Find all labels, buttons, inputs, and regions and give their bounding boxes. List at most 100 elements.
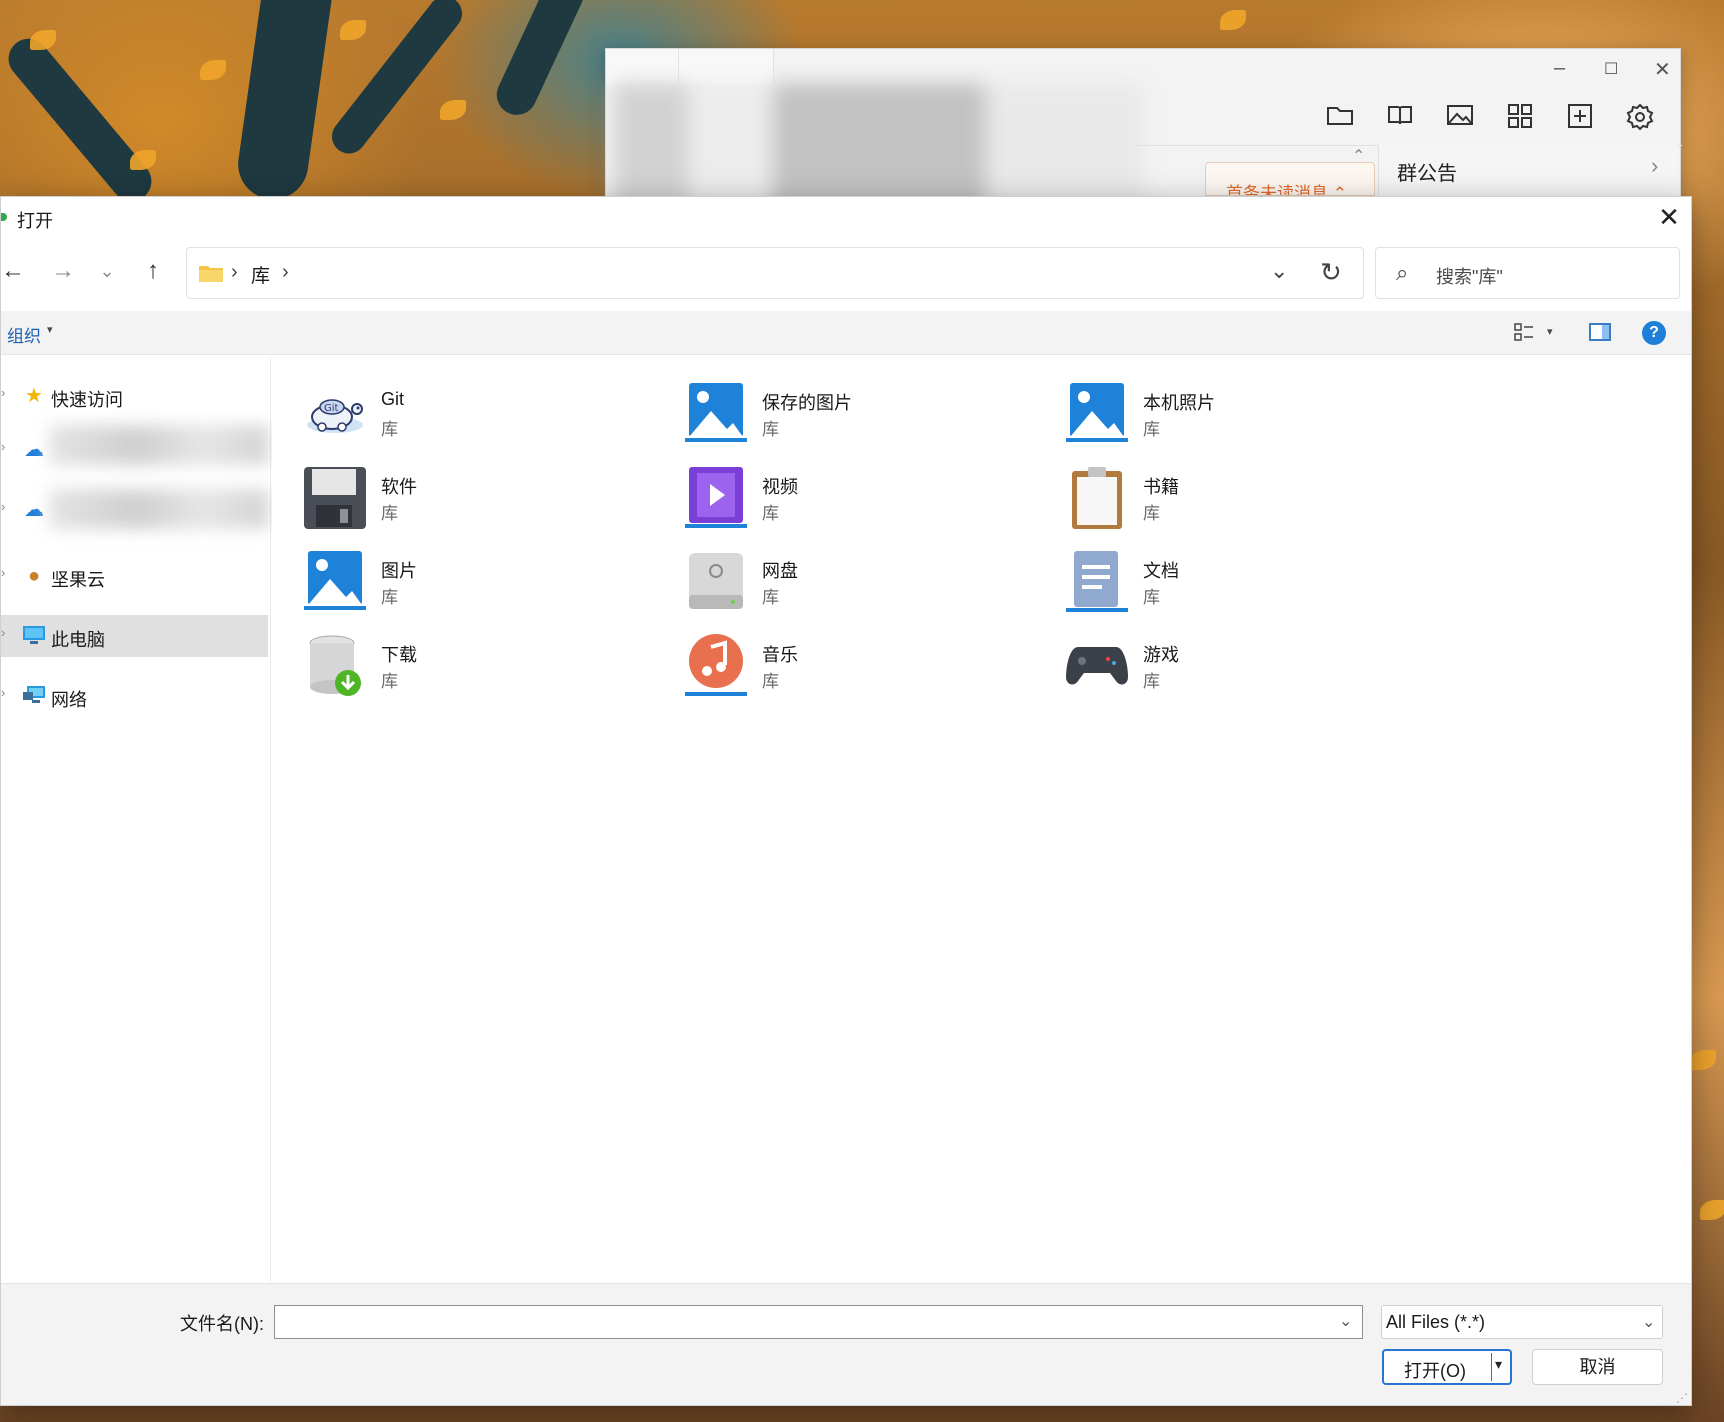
add-screenshot-icon[interactable] xyxy=(1564,103,1596,131)
chevron-right-icon[interactable]: › xyxy=(1,385,5,400)
chevron-right-icon[interactable]: › xyxy=(1,439,5,454)
library-saved-pictures[interactable]: 保存的图片 库 xyxy=(653,367,1013,443)
file-type-select[interactable]: All Files (*.*) ⌄ xyxy=(1381,1305,1663,1339)
book-icon[interactable] xyxy=(1384,103,1416,131)
forward-icon[interactable]: → xyxy=(45,253,81,289)
chevron-down-icon[interactable]: ▾ xyxy=(47,323,53,336)
minimize-button[interactable]: – xyxy=(1554,57,1565,80)
apps-grid-icon[interactable] xyxy=(1504,103,1536,131)
view-options-icon[interactable] xyxy=(1513,321,1535,343)
close-button[interactable]: ✕ xyxy=(1654,57,1671,82)
library-type: 库 xyxy=(762,420,779,439)
library-camera-roll[interactable]: 本机照片 库 xyxy=(1034,367,1394,443)
video-icon xyxy=(685,467,747,528)
sidebar-item-nutstore[interactable]: › ● 坚果云 xyxy=(1,555,268,597)
organize-button[interactable]: 组织 xyxy=(7,322,41,347)
sidebar-item-onedrive-1[interactable]: › ☁ xyxy=(1,425,269,471)
onedrive-icon: ☁ xyxy=(24,439,44,461)
image-icon[interactable] xyxy=(1444,103,1476,131)
library-type: 库 xyxy=(1143,672,1160,691)
library-name: 音乐 xyxy=(762,645,798,665)
library-type: 库 xyxy=(762,588,779,607)
filename-input[interactable] xyxy=(274,1305,1363,1339)
sidebar-item-label: 此电脑 xyxy=(51,630,105,650)
refresh-icon[interactable]: ↻ xyxy=(1320,257,1342,288)
chevron-right-icon[interactable]: › xyxy=(1,565,5,580)
chevron-right-icon[interactable]: › xyxy=(1,625,5,640)
library-music[interactable]: 音乐 库 xyxy=(653,619,1013,696)
chevron-right-icon[interactable]: › xyxy=(1,685,5,700)
chevron-right-icon[interactable]: › xyxy=(1,499,5,514)
library-git[interactable]: Git Git 库 xyxy=(272,367,632,443)
sidebar-item-quick-access[interactable]: › ★ 快速访问 xyxy=(1,375,268,417)
picture-icon xyxy=(685,383,747,442)
breadcrumb-separator[interactable]: › xyxy=(231,261,238,284)
svg-text:Git: Git xyxy=(324,403,339,414)
sidebar-item-label: 网络 xyxy=(51,690,87,710)
library-software[interactable]: 软件 库 xyxy=(272,451,632,529)
group-notice-panel[interactable]: 群公告 › xyxy=(1378,145,1678,195)
library-type: 库 xyxy=(381,672,398,691)
group-notice-label: 群公告 xyxy=(1397,163,1457,185)
app-icon xyxy=(1,213,7,221)
computer-icon xyxy=(21,624,47,648)
library-name: Git xyxy=(381,389,405,409)
cancel-button[interactable]: 取消 xyxy=(1532,1349,1663,1385)
dialog-title: 打开 xyxy=(17,211,53,231)
network-icon xyxy=(21,684,47,708)
preview-pane-icon[interactable] xyxy=(1589,323,1611,341)
gamepad-icon xyxy=(1066,647,1128,685)
close-icon[interactable]: ✕ xyxy=(1649,199,1689,235)
resize-grip-icon[interactable]: ⋰ xyxy=(1676,1391,1688,1405)
search-icon: ⌕ xyxy=(1396,260,1409,285)
library-videos[interactable]: 视频 库 xyxy=(653,451,1013,528)
up-icon[interactable]: ↑ xyxy=(135,253,171,289)
search-input[interactable]: ⌕ 搜索"库" xyxy=(1375,247,1680,299)
sidebar-item-network[interactable]: › 网络 xyxy=(1,675,268,717)
back-icon[interactable]: ← xyxy=(1,253,31,289)
open-button[interactable]: 打开(O) ▾ xyxy=(1382,1349,1512,1385)
navigation-row: ← → ⌄ ↑ › 库 › ⌄ ↻ ⌕ 搜索"库" xyxy=(1,247,1691,299)
library-netdisk[interactable]: 网盘 库 xyxy=(653,535,1013,611)
nutstore-icon: ● xyxy=(27,565,41,587)
address-dropdown-icon[interactable]: ⌄ xyxy=(1270,258,1288,284)
breadcrumb-separator[interactable]: › xyxy=(282,261,289,284)
open-button-label: 打开(O) xyxy=(1404,1361,1466,1381)
picture-icon xyxy=(304,551,366,610)
open-options-arrow-icon[interactable]: ▾ xyxy=(1495,1356,1502,1373)
help-icon[interactable]: ? xyxy=(1642,321,1666,345)
onedrive-icon: ☁ xyxy=(24,499,44,521)
dialog-titlebar: 打开 ✕ xyxy=(1,197,1691,237)
document-icon xyxy=(1066,551,1128,612)
command-bar: 组织 ▾ ▾ ? xyxy=(1,311,1691,355)
recent-locations-icon[interactable]: ⌄ xyxy=(89,253,125,289)
music-icon xyxy=(685,634,747,696)
sidebar-item-onedrive-2[interactable]: › ☁ xyxy=(1,489,269,531)
breadcrumb-libraries[interactable]: 库 xyxy=(251,261,270,288)
collapse-icon[interactable]: ⌃ xyxy=(1352,146,1365,166)
folder-icon[interactable] xyxy=(1324,103,1356,131)
library-pictures[interactable]: 图片 库 xyxy=(272,535,632,611)
navigation-pane: › ★ 快速访问 › ☁ › ☁ › ● 坚果云 › 此电脑 › 网络 xyxy=(1,357,271,1282)
settings-icon[interactable] xyxy=(1624,103,1656,131)
library-games[interactable]: 游戏 库 xyxy=(1034,619,1394,695)
sidebar-item-label: 坚果云 xyxy=(51,570,105,590)
library-type: 库 xyxy=(381,420,398,439)
library-documents[interactable]: 文档 库 xyxy=(1034,535,1394,612)
library-name: 本机照片 xyxy=(1143,393,1215,413)
file-type-value: All Files (*.*) xyxy=(1386,1312,1486,1332)
library-books[interactable]: 书籍 库 xyxy=(1034,451,1394,529)
library-name: 书籍 xyxy=(1143,477,1179,497)
library-type: 库 xyxy=(381,504,398,523)
library-type: 库 xyxy=(762,672,779,691)
address-bar[interactable]: › 库 › ⌄ ↻ xyxy=(186,247,1364,299)
library-name: 视频 xyxy=(762,477,798,497)
sidebar-item-this-pc[interactable]: › 此电脑 xyxy=(1,615,268,657)
unread-messages-button[interactable]: 首条未读消息 ⌃ xyxy=(1205,162,1375,196)
maximize-button[interactable]: ☐ xyxy=(1604,59,1618,79)
chevron-down-icon[interactable]: ▾ xyxy=(1547,325,1553,338)
chevron-down-icon[interactable]: ⌄ xyxy=(1339,1311,1352,1331)
library-downloads[interactable]: 下载 库 xyxy=(272,619,632,696)
library-type: 库 xyxy=(1143,420,1160,439)
library-type: 库 xyxy=(1143,504,1160,523)
